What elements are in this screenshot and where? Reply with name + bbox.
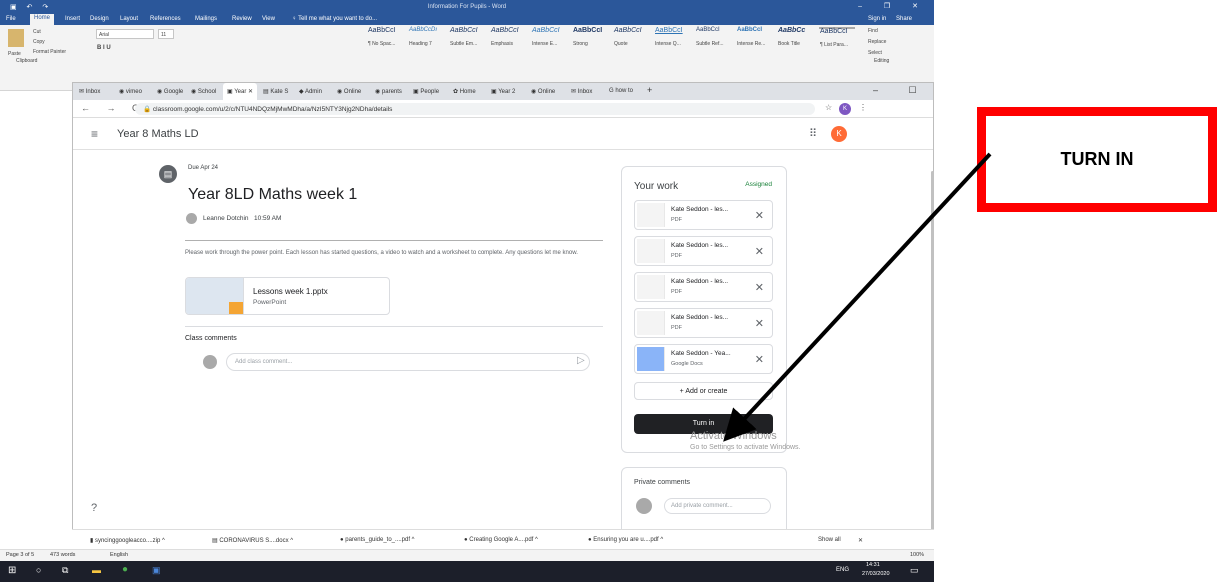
arrow-line	[723, 152, 992, 442]
annotation-arrow	[723, 152, 992, 442]
